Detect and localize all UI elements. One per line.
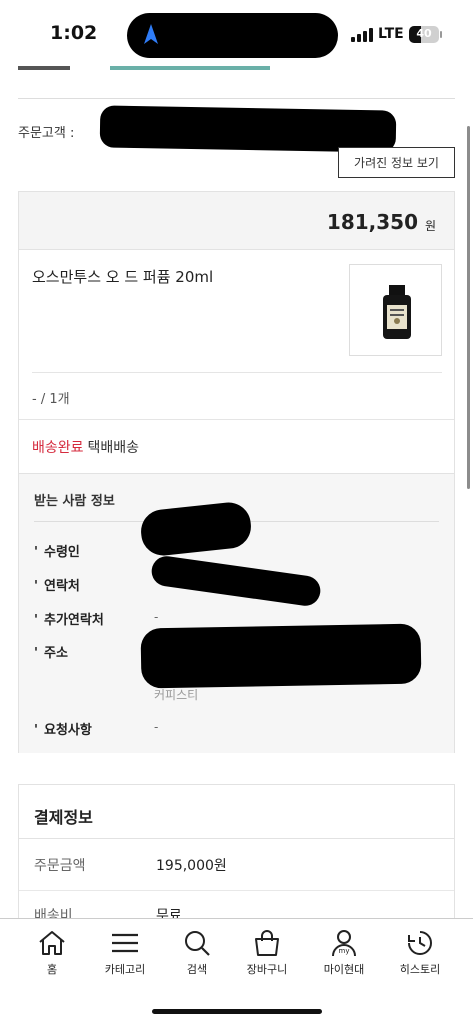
tab-search-label: 검색 <box>186 963 208 976</box>
tab-category-label: 카테고리 <box>104 963 146 976</box>
tab-search[interactable]: 검색 <box>162 929 232 977</box>
redacted-recipient-name <box>138 500 254 558</box>
price-unit: 원 <box>424 219 436 233</box>
tab-my-label: 마이현대 <box>323 963 365 976</box>
home-indicator <box>152 1009 322 1014</box>
product-option: - / 1개 <box>32 392 70 407</box>
shipping-fee-label: 배송비 <box>34 908 73 918</box>
redacted-recipient-phone <box>149 554 323 608</box>
tab-history-label: 히스토리 <box>399 963 441 976</box>
product-image[interactable] <box>349 264 442 356</box>
order-amount-label: 주문금액 <box>34 858 86 874</box>
search-icon <box>185 931 210 956</box>
recipient-name-label: 수령인 <box>34 541 80 560</box>
order-amount-value: 195,000원 <box>156 858 227 874</box>
perfume-bottle-icon <box>383 285 411 339</box>
recipient-info-section: 받는 사람 정보 수령인 연락처 추가연락처 - 주소 커피스티 요청사항 - <box>19 473 454 753</box>
customer-label: 주문고객 : <box>18 126 75 141</box>
scrollbar[interactable] <box>467 126 470 489</box>
delivery-method: 택배배송 <box>87 440 140 456</box>
price-header: 181,350 원 <box>19 192 454 250</box>
divider <box>18 98 455 99</box>
product-name[interactable]: 오스만투스 오 드 퍼퓸 20ml <box>32 266 213 287</box>
home-icon <box>39 931 65 955</box>
battery-percent: 40 <box>416 27 432 40</box>
recipient-phone-label: 연락처 <box>34 575 80 594</box>
reveal-hidden-info-button[interactable]: 가려진 정보 보기 <box>338 147 455 178</box>
recipient-address-label: 주소 <box>34 642 68 661</box>
tab-cart-label: 장바구니 <box>246 963 288 976</box>
status-time: 1:02 <box>50 22 98 44</box>
recipient-extra-phone-label: 추가연락처 <box>34 609 104 628</box>
recipient-address-tail: 커피스티 <box>154 688 199 702</box>
recipient-request-value: - <box>154 720 159 734</box>
tab-cart[interactable]: 장바구니 <box>232 929 302 977</box>
dynamic-island <box>127 13 338 58</box>
tab-home[interactable]: 홈 <box>17 929 87 977</box>
battery-icon: 40 <box>409 26 439 43</box>
navigation-arrow-icon <box>144 24 158 44</box>
shopping-bag-icon <box>255 930 279 956</box>
svg-text:my: my <box>339 947 350 955</box>
cellular-signal-icon <box>351 28 373 42</box>
redacted-customer-info <box>99 105 397 153</box>
tab-home-label: 홈 <box>46 963 58 976</box>
recipient-extra-phone-value: - <box>154 610 159 624</box>
payment-section-title: 결제정보 <box>34 808 93 827</box>
delivery-status: 배송완료 택배배송 <box>32 437 139 457</box>
tab-history[interactable]: 히스토리 <box>385 929 455 977</box>
product-price: 181,350 <box>326 210 418 234</box>
menu-icon <box>112 933 138 953</box>
network-type: LTE <box>378 26 404 42</box>
recipient-request-label: 요청사항 <box>34 719 92 738</box>
my-profile-icon: my <box>332 930 356 957</box>
tab-category[interactable]: 카테고리 <box>90 929 160 977</box>
history-icon <box>408 931 432 955</box>
delivery-status-badge: 배송완료 <box>32 440 84 456</box>
redacted-recipient-address <box>140 623 422 689</box>
status-bar: 1:02 LTE 40 <box>0 0 473 66</box>
tab-my[interactable]: my 마이현대 <box>309 929 379 977</box>
order-product-card: 181,350 원 오스만투스 오 드 퍼퓸 20ml - / 1개 배송완료 택… <box>18 191 455 753</box>
recipient-section-title: 받는 사람 정보 <box>34 494 115 509</box>
shipping-fee-value: 무료 <box>156 908 182 918</box>
order-detail-content[interactable]: 주문고객 : 가려진 정보 보기 181,350 원 오스만투스 오 드 퍼퓸 … <box>0 0 473 918</box>
payment-info-section: 결제정보 주문금액 195,000원 배송비 무료 <box>18 784 455 918</box>
